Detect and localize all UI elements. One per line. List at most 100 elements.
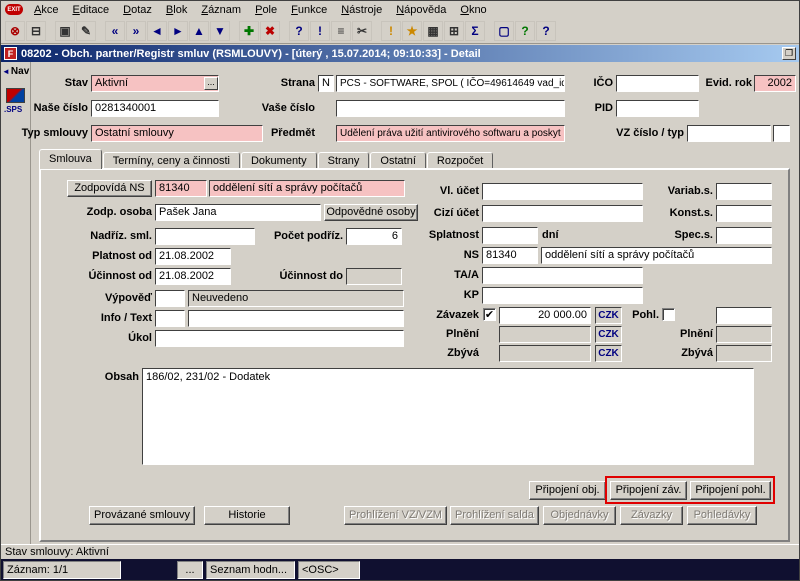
typ-smlouvy-field[interactable]: Ostatní smlouvy	[91, 125, 263, 142]
ico-field[interactable]	[616, 75, 699, 92]
tab[interactable]: Rozpočet	[426, 152, 494, 169]
stav-lov-button[interactable]: ...	[204, 77, 218, 90]
insert-record-icon[interactable]: ✚	[239, 20, 259, 41]
odpovedne-osoby-button[interactable]: Odpovědné osoby	[324, 204, 418, 221]
last-record-icon[interactable]: »	[126, 20, 146, 41]
list-values-icon[interactable]: ≡	[331, 20, 351, 41]
vz-cislo-field[interactable]	[687, 125, 771, 142]
first-record-icon[interactable]: «	[105, 20, 125, 41]
info-text-field[interactable]	[188, 310, 404, 327]
zbyva-left-label: Zbývá	[447, 347, 479, 359]
zodpovida-ns-code-field[interactable]: 81340	[155, 180, 207, 197]
vase-cislo-field[interactable]	[336, 100, 565, 117]
clear-record-icon[interactable]: ✂	[352, 20, 372, 41]
strana-name-field[interactable]: PCS - SOFTWARE, SPOL ( IČO=49614649 vad_…	[336, 75, 565, 92]
vz-typ-field[interactable]	[773, 125, 790, 142]
pripojeni-zav-button[interactable]: Připojení záv.	[610, 481, 687, 500]
ucinnost-od-field[interactable]: 21.08.2002	[155, 268, 231, 285]
nadriz-sml-field[interactable]	[155, 228, 255, 245]
menu-item[interactable]: Nápověda	[389, 3, 453, 17]
menu-item[interactable]: Pole	[248, 3, 284, 17]
konst-s-field[interactable]	[716, 205, 772, 222]
evid-rok-field[interactable]: 2002	[754, 75, 796, 92]
about-icon[interactable]: ?	[536, 20, 556, 41]
tab[interactable]: Strany	[317, 152, 370, 169]
provazane-smlouvy-button[interactable]: Provázané smlouvy	[89, 506, 195, 525]
application-window: EXIT Akce Editace Dotaz Blok Záznam Pole Funkc…	[0, 0, 800, 581]
stav-field[interactable]: Aktivní	[91, 75, 219, 92]
menu-item[interactable]: Blok	[159, 3, 194, 17]
ucinnost-do-field[interactable]	[346, 268, 402, 285]
menu-item[interactable]: Editace	[65, 3, 116, 17]
obsah-textarea[interactable]: 186/02, 231/02 - Dodatek	[142, 368, 754, 465]
cizi-ucet-label: Cizí účet	[433, 207, 479, 219]
osc-indicator: <OSC>	[298, 561, 360, 579]
menu-item[interactable]: Funkce	[284, 3, 334, 17]
calendar-icon[interactable]: ▦	[423, 20, 443, 41]
pohl-field[interactable]	[716, 307, 772, 324]
save-icon[interactable]: ▣	[55, 20, 75, 41]
pripojeni-pohl-button[interactable]: Připojení pohl.	[690, 481, 771, 500]
vl-ucet-field[interactable]	[482, 183, 643, 200]
nav-toggle[interactable]: Nav	[2, 66, 29, 77]
help-icon[interactable]: ?	[515, 20, 535, 41]
zavazek-amount-field[interactable]: 20 000.00	[499, 307, 591, 324]
menu-item[interactable]: Dotaz	[116, 3, 159, 17]
spec-s-field[interactable]	[716, 227, 772, 244]
ns-name-field[interactable]: oddělení sítí a správy počítačů	[541, 247, 772, 264]
historie-button[interactable]: Historie	[204, 506, 290, 525]
zodp-osoba-label: Zodp. osoba	[86, 206, 152, 218]
info-code-field[interactable]	[155, 310, 185, 327]
tab[interactable]: Ostatní	[370, 152, 426, 169]
ukol-field[interactable]	[155, 330, 404, 347]
menu-item[interactable]: Záznam	[194, 3, 248, 17]
zodp-osoba-field[interactable]: Pašek Jana	[155, 204, 321, 221]
sps-icon[interactable]	[6, 88, 25, 103]
tab[interactable]: Smlouva	[39, 149, 102, 169]
calculator-icon[interactable]: ⊞	[444, 20, 464, 41]
print-icon[interactable]: ⊟	[26, 20, 46, 41]
delete-record-icon[interactable]: ✖	[260, 20, 280, 41]
prev-record-icon[interactable]: ◄	[147, 20, 167, 41]
tab[interactable]: Dokumenty	[240, 152, 317, 169]
restore-window-icon[interactable]	[782, 47, 796, 60]
kp-field[interactable]	[482, 287, 643, 304]
warning-icon[interactable]: !	[381, 20, 401, 41]
sum-icon[interactable]: Σ	[465, 20, 485, 41]
exit-logo-icon[interactable]: EXIT	[5, 4, 23, 15]
pripojeni-obj-button[interactable]: Připojení obj.	[529, 481, 606, 500]
menu-item[interactable]: Nástroje	[334, 3, 389, 17]
scroll-up-icon[interactable]: ▲	[189, 20, 209, 41]
execute-query-icon[interactable]: !	[310, 20, 330, 41]
cizi-ucet-field[interactable]	[482, 205, 643, 222]
vypoved-code-field[interactable]	[155, 290, 185, 307]
variab-s-field[interactable]	[716, 183, 772, 200]
menu-item[interactable]: Akce	[27, 3, 65, 17]
ta-a-field[interactable]	[482, 267, 643, 284]
menu-item[interactable]: Okno	[453, 3, 493, 17]
exit-icon[interactable]: ⊗	[5, 20, 25, 41]
nase-cislo-field[interactable]: 0281340001	[91, 100, 219, 117]
predmet-field[interactable]: Udělení práva užití antivirového softwar…	[336, 125, 565, 142]
window-list-icon[interactable]: ▢	[494, 20, 514, 41]
scroll-down-icon[interactable]: ▼	[210, 20, 230, 41]
zodpovida-ns-button[interactable]: Zodpovídá NS	[67, 180, 152, 197]
tab[interactable]: Termíny, ceny a činnosti	[102, 152, 240, 169]
ucinnost-do-label: Účinnost do	[279, 270, 343, 282]
nav-arrow-icon	[2, 67, 10, 76]
nadriz-sml-label: Nadříz. sml.	[90, 230, 152, 242]
record-counter: Záznam: 1/1	[3, 561, 121, 579]
edit-icon[interactable]: ✎	[76, 20, 96, 41]
favorites-icon[interactable]: ★	[402, 20, 422, 41]
strana-code-field[interactable]: N	[318, 75, 334, 92]
enter-query-icon[interactable]: ?	[289, 20, 309, 41]
next-record-icon[interactable]: ►	[168, 20, 188, 41]
zbyva-left-field	[499, 345, 591, 362]
splatnost-field[interactable]	[482, 227, 538, 244]
ns-code-field[interactable]: 81340	[482, 247, 538, 264]
pohl-checkbox[interactable]	[662, 308, 675, 321]
platnost-od-field[interactable]: 21.08.2002	[155, 248, 231, 265]
zavazek-checkbox[interactable]	[483, 308, 496, 321]
zodpovida-ns-name-field[interactable]: oddělení sítí a správy počítačů	[209, 180, 405, 197]
pid-field[interactable]	[616, 100, 699, 117]
